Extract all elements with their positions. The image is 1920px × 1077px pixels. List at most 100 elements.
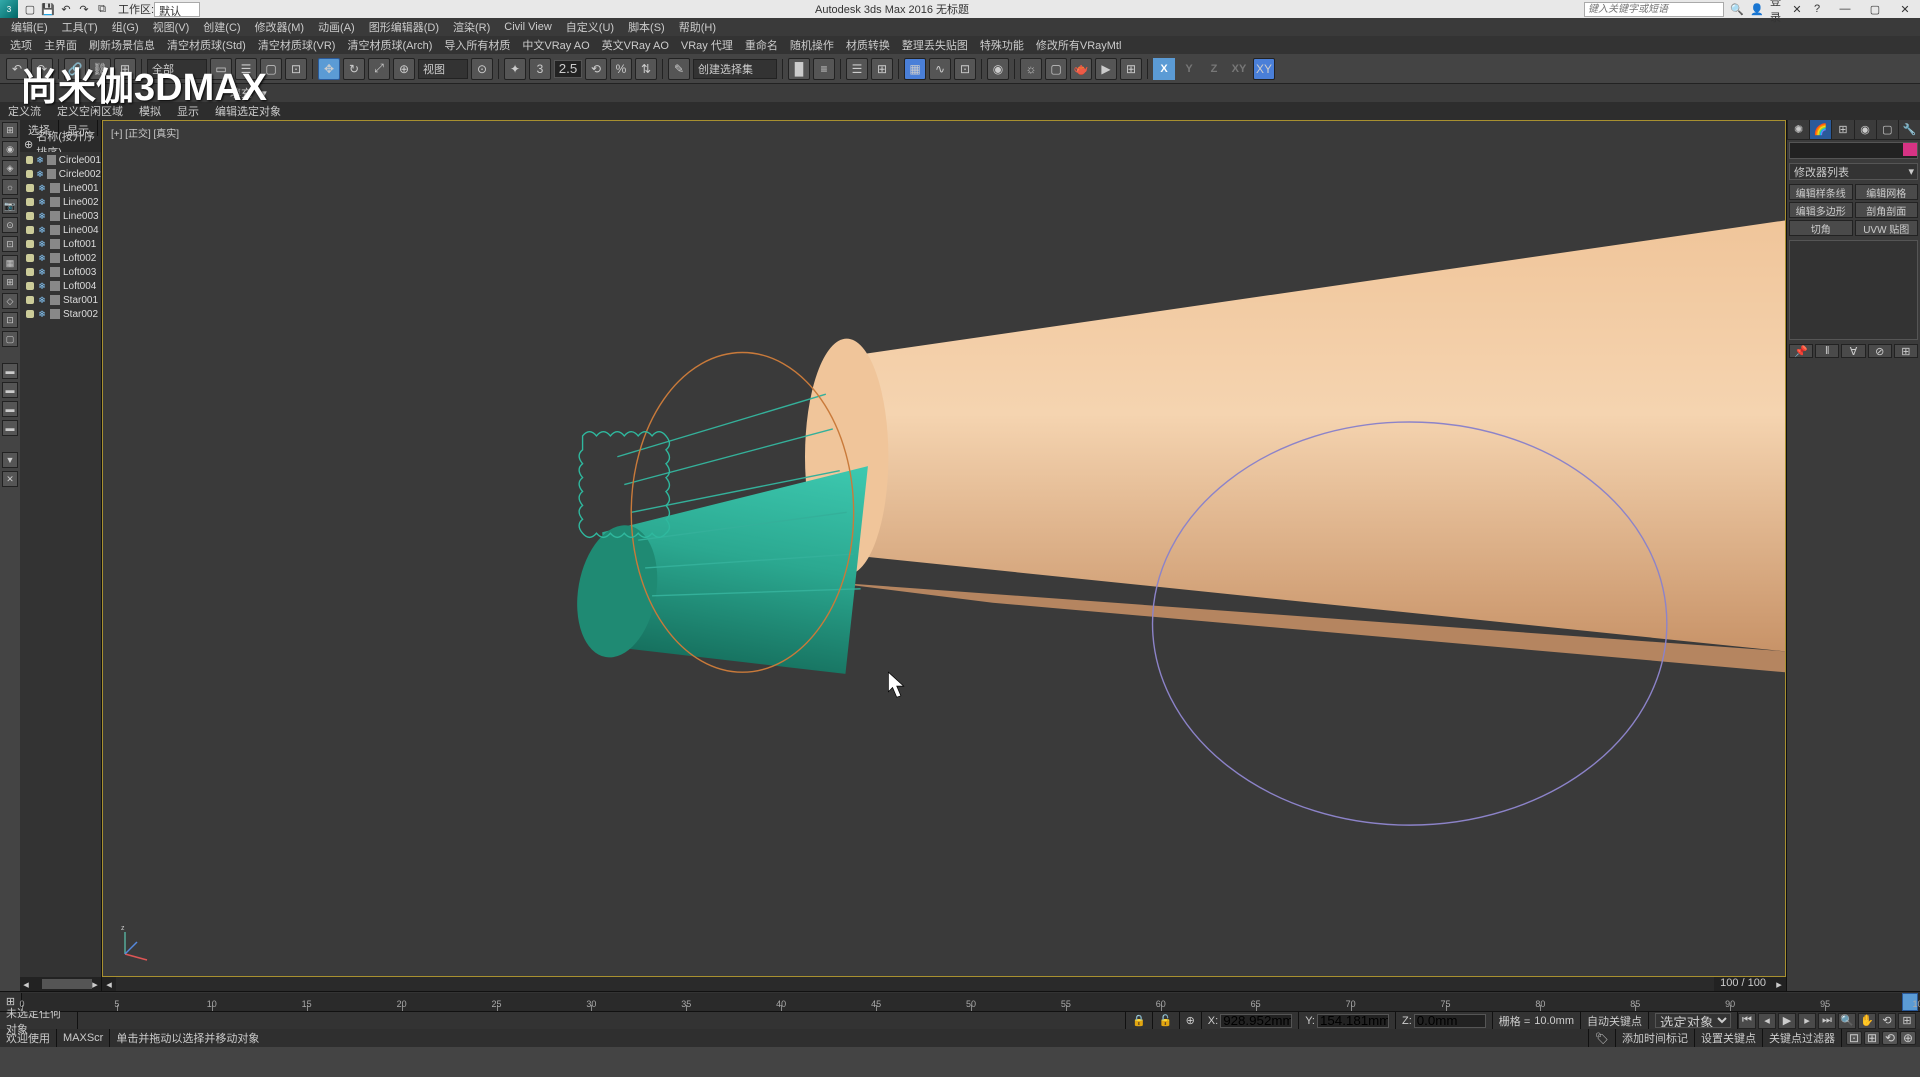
scroll-thumb[interactable] xyxy=(42,979,92,989)
se-icon[interactable]: ◇ xyxy=(2,293,18,309)
minimize-button[interactable]: — xyxy=(1830,0,1860,18)
rotate-button[interactable]: ↻ xyxy=(343,58,365,80)
menu-civil-view[interactable]: Civil View xyxy=(497,19,558,35)
workspace-dropdown[interactable]: 默认 xyxy=(154,2,200,17)
add-time-tag[interactable]: 添加时间标记 xyxy=(1616,1029,1695,1047)
se-icon[interactable]: ◈ xyxy=(2,160,18,176)
stack-config-icon[interactable]: ⊞ xyxy=(1894,344,1918,358)
render-setup-button[interactable]: ☼ xyxy=(1020,58,1042,80)
close-button[interactable]: ✕ xyxy=(1890,0,1920,18)
qat-new-icon[interactable]: ▢ xyxy=(22,1,38,17)
freeze-icon[interactable]: ❄ xyxy=(37,197,47,207)
coord-x-input[interactable] xyxy=(1220,1014,1292,1028)
undo-button[interactable]: ↶ xyxy=(6,58,28,80)
object-color-swatch[interactable] xyxy=(1903,143,1917,156)
secbar-item[interactable]: 随机操作 xyxy=(784,35,840,55)
scene-hscroll[interactable]: ◂ ▸ xyxy=(20,977,101,991)
curve-editor-button[interactable]: ∿ xyxy=(929,58,951,80)
viewport-hscroll[interactable]: ◂ 100 / 100 ▸ xyxy=(102,977,1786,991)
menu-group[interactable]: 组(G) xyxy=(105,17,146,37)
manipulate-button[interactable]: ✦ xyxy=(504,58,526,80)
axis-x-button[interactable]: X xyxy=(1153,58,1175,80)
layer-button[interactable]: ☰ xyxy=(846,58,868,80)
secbar-item[interactable]: 整理丢失贴图 xyxy=(896,35,974,55)
placement-button[interactable]: ⊕ xyxy=(393,58,415,80)
secbar-item[interactable]: 清空材质球(Arch) xyxy=(341,35,438,55)
ribbon-button[interactable]: ▦ xyxy=(904,58,926,80)
mod-btn[interactable]: 编辑网格 xyxy=(1855,184,1919,200)
freeze-icon[interactable]: ❄ xyxy=(37,253,47,263)
viewport-label[interactable]: [+] [正交] [真实] xyxy=(111,125,179,140)
snap-toggle-button[interactable]: 3 xyxy=(529,58,551,80)
menu-animation[interactable]: 动画(A) xyxy=(311,17,362,37)
nav-zoom-icon[interactable]: 🔍 xyxy=(1838,1013,1856,1029)
se-icon[interactable]: ▬ xyxy=(2,420,18,436)
select-name-button[interactable]: ☰ xyxy=(235,58,257,80)
mod-btn[interactable]: 编辑样条线 xyxy=(1789,184,1853,200)
menu-create[interactable]: 创建(C) xyxy=(196,17,247,37)
freeze-icon[interactable]: ❄ xyxy=(37,267,47,277)
render-frame-button[interactable]: ▢ xyxy=(1045,58,1067,80)
maximize-button[interactable]: ▢ xyxy=(1860,0,1890,18)
coord-mode-icon[interactable]: ⊕ xyxy=(1180,1012,1202,1029)
infocenter-search-icon[interactable]: 🔍 xyxy=(1730,2,1744,16)
prev-frame-icon[interactable]: ◂ xyxy=(1758,1013,1776,1029)
goto-start-icon[interactable]: ⏮ xyxy=(1738,1013,1756,1029)
scene-item[interactable]: ❄Loft003 xyxy=(20,265,101,279)
menu-tools[interactable]: 工具(T) xyxy=(55,17,105,37)
percent-snap-button[interactable]: % xyxy=(610,58,632,80)
move-button[interactable]: ✥ xyxy=(318,58,340,80)
scene-item[interactable]: ❄Loft002 xyxy=(20,251,101,265)
secbar-item[interactable]: 重命名 xyxy=(739,35,784,55)
material-editor-button[interactable]: ◉ xyxy=(987,58,1009,80)
nav2-icon[interactable]: ⟲ xyxy=(1882,1031,1898,1045)
sign-in-icon[interactable]: 👤 xyxy=(1750,2,1764,16)
se-icon[interactable]: 📷 xyxy=(2,198,18,214)
freeze-icon[interactable]: ❄ xyxy=(36,169,44,179)
scene-explorer-button[interactable]: ⊞ xyxy=(871,58,893,80)
freeze-icon[interactable]: ❄ xyxy=(37,183,47,193)
freeze-icon[interactable]: ❄ xyxy=(37,295,47,305)
se-icon[interactable]: ◉ xyxy=(2,141,18,157)
mod-btn[interactable]: 编辑多边形 xyxy=(1789,202,1853,218)
se-icon[interactable]: ▦ xyxy=(2,255,18,271)
scene-item[interactable]: ❄Star002 xyxy=(20,307,101,321)
visibility-icon[interactable] xyxy=(26,268,34,276)
stack-unique-icon[interactable]: ∀ xyxy=(1841,344,1865,358)
visibility-icon[interactable] xyxy=(26,254,34,262)
snap-angle-input[interactable] xyxy=(554,60,582,78)
app-logo[interactable]: 3 xyxy=(0,0,18,18)
secbar-item[interactable]: 刷新场景信息 xyxy=(83,35,161,55)
se-icon[interactable]: ▬ xyxy=(2,401,18,417)
scene-item[interactable]: ❄Circle002 xyxy=(20,167,101,181)
scene-item[interactable]: ❄Loft004 xyxy=(20,279,101,293)
secbar-item[interactable]: 材质转换 xyxy=(840,35,896,55)
goto-end-icon[interactable]: ⏭ xyxy=(1818,1013,1836,1029)
nav2-icon[interactable]: ⊞ xyxy=(1864,1031,1880,1045)
redo-button[interactable]: ↷ xyxy=(31,58,53,80)
secbar-item[interactable]: 中文VRay AO xyxy=(516,35,595,55)
freeze-icon[interactable]: ❄ xyxy=(37,281,47,291)
se-icon[interactable]: ▼ xyxy=(2,452,18,468)
scene-item[interactable]: ❄Line004 xyxy=(20,223,101,237)
menu-maxscript[interactable]: 脚本(S) xyxy=(621,17,672,37)
ribbon-fill-label[interactable]: 填充 xyxy=(230,85,252,101)
scene-item[interactable]: ❄Line001 xyxy=(20,181,101,195)
se-icon[interactable]: ⊙ xyxy=(2,217,18,233)
render-button[interactable]: 🫖 xyxy=(1070,58,1092,80)
stack-show-icon[interactable]: ‖ xyxy=(1815,344,1839,358)
mod-btn[interactable]: 剖角剖面 xyxy=(1855,202,1919,218)
axis-y-button[interactable]: Y xyxy=(1178,58,1200,80)
autokey-button[interactable]: 自动关键点 xyxy=(1581,1012,1649,1029)
nav2-icon[interactable]: ⊕ xyxy=(1900,1031,1916,1045)
cmd-tab-motion-icon[interactable]: ◉ xyxy=(1854,120,1876,139)
window-crossing-button[interactable]: ⊡ xyxy=(285,58,307,80)
selection-filter-dropdown[interactable]: 全部 xyxy=(147,59,207,79)
menu-rendering[interactable]: 渲染(R) xyxy=(446,17,497,37)
nav-orbit-icon[interactable]: ⟲ xyxy=(1878,1013,1896,1029)
named-sel-button[interactable]: ✎ xyxy=(668,58,690,80)
secbar-item[interactable]: 清空材质球(VR) xyxy=(252,35,342,55)
qat-save-icon[interactable]: 💾 xyxy=(40,1,56,17)
se-icon[interactable]: ⊡ xyxy=(2,236,18,252)
lock-icon[interactable]: 🔒 xyxy=(1126,1012,1153,1029)
